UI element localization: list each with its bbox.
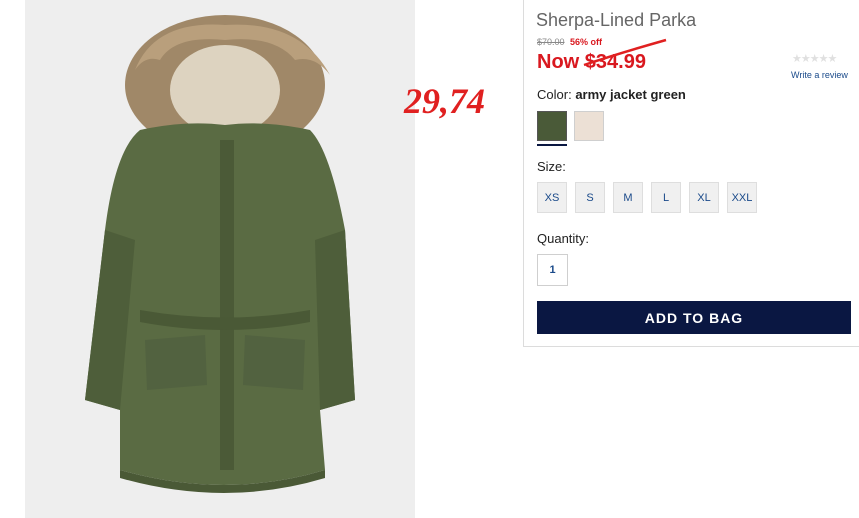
color-label-text: Color:: [537, 87, 572, 102]
size-option-xxl[interactable]: XXL: [727, 182, 757, 213]
original-price: $70.00: [537, 37, 565, 47]
selected-swatch-indicator: [537, 144, 567, 146]
product-title: Sherpa-Lined Parka: [536, 10, 697, 30]
size-option-s[interactable]: S: [575, 182, 605, 213]
size-label: Size:: [537, 159, 566, 174]
swatch-cream[interactable]: [574, 111, 604, 141]
color-label: Color: army jacket green: [537, 87, 686, 102]
rating-stars-icon: ★★★★★: [792, 53, 837, 65]
size-option-xl[interactable]: XL: [689, 182, 719, 213]
swatch-army-green[interactable]: [537, 111, 567, 141]
write-review-link[interactable]: Write a review: [791, 70, 848, 80]
price-strikethrough-mark: [583, 38, 667, 67]
handwritten-price-note: 29,74: [404, 81, 485, 121]
add-to-bag-button[interactable]: ADD TO BAG: [537, 301, 851, 334]
size-option-xs[interactable]: XS: [537, 182, 567, 213]
quantity-input[interactable]: 1: [537, 254, 568, 286]
parka-illustration: [85, 15, 355, 493]
product-details-panel: Sherpa-Lined Parka $70.00 56% off Now $3…: [523, 0, 859, 347]
product-page: 29,74 Sherpa-Lined Parka $70.00 56% off …: [0, 0, 859, 518]
product-image: [25, 0, 415, 518]
size-option-m[interactable]: M: [613, 182, 643, 213]
size-option-l[interactable]: L: [651, 182, 681, 213]
selected-color-name: army jacket green: [575, 87, 686, 102]
quantity-label: Quantity:: [537, 231, 590, 246]
